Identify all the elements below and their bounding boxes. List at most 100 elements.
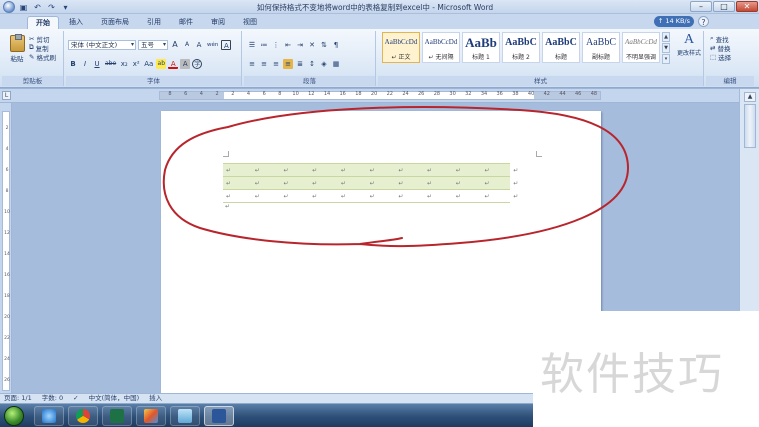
style-title[interactable]: AaBbC 标题 [542, 32, 580, 63]
table-cell[interactable]: ↵ [280, 163, 310, 177]
table-cell[interactable]: ↵ [366, 163, 396, 177]
table-cell[interactable]: ↵ [481, 176, 511, 190]
font-name-select[interactable]: 宋体 (中文正文) [68, 40, 136, 50]
office-button[interactable] [3, 1, 15, 13]
superscript-button[interactable]: x² [131, 59, 141, 69]
taskbar-word[interactable] [204, 406, 234, 426]
table-cell[interactable]: ↵ [395, 176, 425, 190]
vertical-ruler-track[interactable]: 2 4 6 8 10 12 14 16 18 20 22 24 26 [2, 111, 10, 391]
decrease-indent-icon[interactable]: ⇤ [283, 40, 293, 50]
sort-icon[interactable]: ⇅ [319, 40, 329, 50]
font-color-button[interactable]: A [168, 59, 179, 69]
justify-icon[interactable]: ≡ [283, 59, 293, 69]
table-cell[interactable]: ↵ [481, 163, 511, 177]
paste-button[interactable]: 粘贴 [8, 34, 26, 63]
table-cell[interactable]: ↵ [452, 163, 482, 177]
table-cell[interactable]: ↵ [251, 189, 281, 203]
taskbar-ie[interactable] [34, 406, 64, 426]
table-cell[interactable]: ↵ [223, 189, 252, 203]
scroll-thumb[interactable] [744, 104, 756, 148]
style-heading-1[interactable]: AaBb 标题 1 [462, 32, 500, 63]
tab-view[interactable]: 视图 [235, 16, 265, 29]
scroll-up-button[interactable]: ▲ [744, 92, 756, 102]
document-table[interactable]: ↵ ↵ ↵ ↵ ↵ ↵ ↵ ↵ ↵ ↵ ↵ ↵ ↵ ↵ ↵ ↵ ↵ ↵ ↵ ↵ ↵ ↵ ↵ ↵ ↵ ↵ ↵ ↵ ↵ ↵ ↵ ↵ ↵ [223, 163, 539, 203]
tab-page-layout[interactable]: 页面布局 [93, 16, 137, 29]
align-center-icon[interactable]: ≡ [259, 59, 269, 69]
style-subtitle[interactable]: AaBbC 副标题 [582, 32, 620, 63]
distribute-icon[interactable]: ≣ [295, 59, 305, 69]
undo-icon[interactable]: ↶ [32, 2, 43, 13]
phonetic-guide-icon[interactable]: wén [206, 40, 219, 50]
tab-mailings[interactable]: 邮件 [171, 16, 201, 29]
word-count[interactable]: 字数: 0 [42, 394, 63, 403]
table-cell[interactable]: ↵ [424, 176, 453, 190]
page-count[interactable]: 页面: 1/1 [4, 394, 32, 403]
table-cell[interactable]: ↵ [337, 189, 367, 203]
tab-review[interactable]: 审阅 [203, 16, 233, 29]
taskbar-excel[interactable] [102, 406, 132, 426]
customize-qat-icon[interactable]: ▾ [60, 2, 71, 13]
maximize-button[interactable]: □ [713, 1, 735, 12]
subscript-button[interactable]: x₂ [119, 59, 129, 69]
styles-scroll-up[interactable]: ▲ [662, 32, 670, 42]
italic-button[interactable]: I [80, 59, 90, 69]
bullets-icon[interactable]: ☰ [247, 40, 257, 50]
align-left-icon[interactable]: ≡ [247, 59, 257, 69]
taskbar-paint[interactable] [136, 406, 166, 426]
ruler-track[interactable]: 8 6 4 2 2 4 6 8 10 12 14 16 18 20 22 24 26 28 30 32 34 36 38 40… [159, 91, 601, 100]
strikethrough-button[interactable]: abe [104, 59, 117, 69]
table-cell[interactable]: ↵ [280, 189, 310, 203]
table-cell[interactable]: ↵ [251, 163, 281, 177]
tab-selector-button[interactable]: L [2, 91, 11, 100]
clear-format-icon[interactable]: A [194, 40, 204, 50]
enclose-char-button[interactable]: 字 [192, 59, 203, 69]
table-cell[interactable]: ↵ [366, 189, 396, 203]
table-cell[interactable]: ↵ [337, 163, 367, 177]
table-cell[interactable]: ↵ [337, 176, 367, 190]
table-cell[interactable]: ↵ [251, 176, 281, 190]
format-painter-button[interactable]: ✎ 格式刷 [29, 52, 56, 62]
styles-scroll-down[interactable]: ▼ [662, 43, 670, 53]
table-cell[interactable]: ↵ [395, 189, 425, 203]
table-cell[interactable]: ↵ [223, 163, 252, 177]
insert-mode-indicator[interactable]: 插入 [149, 394, 162, 403]
table-cell[interactable]: ↵ [309, 189, 338, 203]
change-case-button[interactable]: Aa [143, 59, 154, 69]
change-styles-button[interactable]: A 更改样式 [675, 32, 703, 57]
numbering-icon[interactable]: ≔ [259, 40, 269, 50]
proofing-icon[interactable]: ✓ [73, 394, 78, 403]
char-border-icon[interactable]: A [221, 40, 232, 50]
tab-references[interactable]: 引用 [139, 16, 169, 29]
grow-font-icon[interactable]: A [170, 40, 180, 50]
table-cell[interactable]: ↵ [481, 189, 511, 203]
table-cell[interactable]: ↵ [452, 176, 482, 190]
show-marks-icon[interactable]: ¶ [331, 40, 341, 50]
table-cell[interactable]: ↵ [452, 189, 482, 203]
help-icon[interactable]: ? [698, 16, 709, 27]
highlight-button[interactable]: ab [156, 59, 167, 69]
close-button[interactable]: ✕ [736, 1, 758, 12]
align-right-icon[interactable]: ≡ [271, 59, 281, 69]
table-cell[interactable]: ↵ [309, 163, 338, 177]
underline-button[interactable]: U [92, 59, 102, 69]
redo-icon[interactable]: ↷ [46, 2, 57, 13]
tab-home[interactable]: 开始 [27, 16, 59, 29]
table-cell[interactable]: ↵ [309, 176, 338, 190]
save-icon[interactable]: ▣ [18, 2, 29, 13]
tab-insert[interactable]: 插入 [61, 16, 91, 29]
table-cell[interactable]: ↵ [223, 176, 252, 190]
taskbar-explorer[interactable] [170, 406, 200, 426]
minimize-button[interactable]: – [690, 1, 712, 12]
table-cell[interactable]: ↵ [395, 163, 425, 177]
shading-icon[interactable]: ◈ [319, 59, 329, 69]
table-cell[interactable]: ↵ [280, 176, 310, 190]
bold-button[interactable]: B [68, 59, 78, 69]
borders-icon[interactable]: ▦ [331, 59, 341, 69]
styles-more[interactable]: ▾ [662, 54, 670, 64]
table-cell[interactable]: ↵ [424, 163, 453, 177]
shrink-font-icon[interactable]: A [182, 40, 192, 50]
chinese-layout-icon[interactable]: ✕ [307, 40, 317, 50]
style-no-spacing[interactable]: AaBbCcDd ↵ 无间隔 [422, 32, 460, 63]
select-button[interactable]: ⬚ 选择 [710, 52, 731, 62]
multilevel-list-icon[interactable]: ⋮ [271, 40, 281, 50]
